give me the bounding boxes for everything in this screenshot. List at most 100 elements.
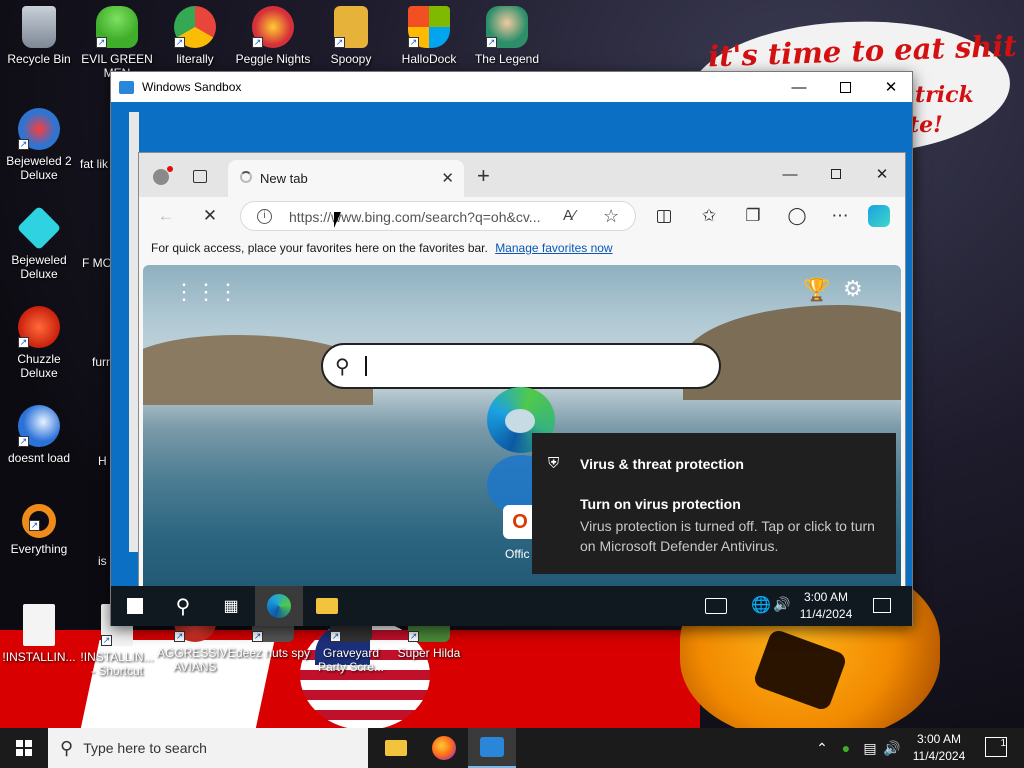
desktop-icon-everything[interactable]: ↗ Everything xyxy=(1,504,77,556)
edge-maximize-button[interactable] xyxy=(813,159,859,189)
taskbar-firefox[interactable] xyxy=(420,728,468,768)
windows-start-icon xyxy=(16,740,32,756)
partial-label: fat lik xyxy=(80,157,109,171)
favorite-star-icon[interactable]: ☆ xyxy=(603,206,619,227)
close-icon: ✕ xyxy=(875,166,889,183)
sandbox-task-view-button[interactable]: ▦ xyxy=(207,586,255,626)
people-icon: ↗ xyxy=(96,6,138,48)
folder-icon xyxy=(385,740,407,756)
desktop-icon-label: Chuzzle Deluxe xyxy=(17,352,61,380)
stop-loading-icon[interactable]: ✕ xyxy=(197,204,223,228)
edge-close-button[interactable]: ✕ xyxy=(859,159,905,189)
tab-actions-icon[interactable] xyxy=(193,170,207,183)
sandbox-network-icon[interactable]: 🌐 xyxy=(751,595,771,615)
taskbar-search-box[interactable]: ⚲ Type here to search xyxy=(48,728,368,768)
taskbar-clock[interactable]: 3:00 AM 11/4/2024 xyxy=(900,731,978,765)
profile-icon[interactable] xyxy=(153,169,169,185)
sandbox-clock[interactable]: 3:00 AM 11/4/2024 xyxy=(794,589,858,623)
chrome-icon: ↗ xyxy=(174,6,216,48)
desktop-icon-chuzzle[interactable]: ↗ Chuzzle Deluxe xyxy=(1,306,77,380)
sandbox-maximize-button[interactable] xyxy=(822,72,868,102)
favorites-icon[interactable]: ✩ xyxy=(696,204,722,228)
tab-new-tab[interactable]: New tab ✕ xyxy=(228,160,464,197)
rewards-trophy-icon[interactable]: 🏆 xyxy=(803,277,830,303)
partial-label: is xyxy=(98,554,107,568)
split-screen-icon[interactable] xyxy=(651,204,677,228)
address-bar[interactable]: i https://www.bing.com/search?q=oh&cv...… xyxy=(240,201,636,231)
read-aloud-icon[interactable]: A⁄ xyxy=(563,207,576,224)
text-caret xyxy=(365,356,367,376)
desktop-icon-thunderbird[interactable]: ↗ doesnt load xyxy=(1,405,77,465)
collections-icon[interactable]: ❐ xyxy=(740,204,766,228)
desktop-icon-the-legend[interactable]: ↗ The Legend xyxy=(469,6,545,66)
sandbox-minimize-button[interactable]: — xyxy=(776,72,822,102)
peggle-icon: ↗ xyxy=(252,6,294,48)
sandbox-taskbar-explorer[interactable] xyxy=(303,586,351,626)
sandbox-close-button[interactable]: ✕ xyxy=(868,72,914,102)
desktop-icon-label: !INSTALLIN... - Shortcut xyxy=(80,650,154,678)
ntp-search-input[interactable]: ⚲ xyxy=(321,343,721,389)
desktop-icon-label: AGGRESSIVE AVIANS xyxy=(157,646,236,674)
sandbox-news-icon[interactable] xyxy=(705,598,727,614)
toast-body: Virus protection is turned off. Tap or c… xyxy=(580,518,875,554)
new-tab-plus-icon[interactable]: + xyxy=(477,163,490,189)
firefox-icon xyxy=(432,736,456,760)
manage-favorites-link[interactable]: Manage favorites now xyxy=(495,241,612,255)
notification-center-button[interactable]: 1 xyxy=(985,737,1007,757)
info-icon: i xyxy=(257,209,272,224)
search-icon: ⚲ xyxy=(335,356,350,378)
more-options-icon[interactable]: ⋯ xyxy=(827,204,853,228)
sandbox-taskbar-edge[interactable] xyxy=(255,586,303,626)
maximize-icon xyxy=(839,81,851,93)
taskbar-windows-sandbox[interactable] xyxy=(468,728,516,768)
sandbox-app-icon xyxy=(119,80,134,94)
edge-minimize-button[interactable]: — xyxy=(767,159,813,189)
toast-title: Virus & threat protection xyxy=(580,456,744,472)
sandbox-titlebar[interactable]: Windows Sandbox — ✕ xyxy=(111,72,912,102)
partial-label: furr xyxy=(92,355,110,369)
desktop-icon-peggle[interactable]: ↗ Peggle Nights xyxy=(235,6,311,66)
tray-overflow-chevron-icon[interactable]: ⌃ xyxy=(812,728,832,768)
copilot-icon[interactable] xyxy=(868,205,890,227)
volume-icon[interactable]: 🔊 xyxy=(882,728,902,768)
profile-notification-dot xyxy=(167,166,173,172)
tray-app-icon[interactable]: ● xyxy=(836,728,856,768)
toast-heading: Turn on virus protection xyxy=(580,496,741,512)
defender-toast-notification[interactable]: ⛨ Virus & threat protection Turn on viru… xyxy=(532,433,896,574)
task-view-icon: ▦ xyxy=(223,598,239,615)
speech-line-2: trick te! xyxy=(909,80,974,140)
favorites-bar: For quick access, place your favorites h… xyxy=(139,235,905,261)
desktop-icon-hallodock[interactable]: ↗ HalloDock xyxy=(391,6,467,66)
sandbox-start-button[interactable] xyxy=(111,586,159,626)
shield-icon: ⛨ xyxy=(548,455,560,472)
sandbox-notification-icon[interactable] xyxy=(873,598,891,613)
desktop-icon-evil-green-men[interactable]: ↗ EVIL GREEN MEN xyxy=(79,6,155,80)
desktop-icon-label: Super Hilda xyxy=(397,646,461,660)
folder-icon: ↗ xyxy=(334,6,368,48)
back-arrow-icon[interactable]: ← xyxy=(153,204,179,228)
start-button[interactable] xyxy=(0,728,48,768)
taskbar-search-placeholder: Type here to search xyxy=(83,740,207,756)
speech-line-2a: trick xyxy=(915,82,974,108)
mouse-cursor-icon xyxy=(334,212,348,228)
sandbox-clock-date: 11/4/2024 xyxy=(799,607,853,621)
tab-close-icon[interactable]: ✕ xyxy=(441,169,454,187)
browser-essentials-icon[interactable]: ◯ xyxy=(784,204,810,228)
network-icon[interactable]: ▤ xyxy=(860,728,880,768)
page-settings-gear-icon[interactable]: ⚙ xyxy=(843,276,863,302)
sandbox-volume-icon[interactable]: 🔊 xyxy=(773,596,790,613)
desktop-icon-label: Peggle Nights xyxy=(235,52,311,66)
close-icon: ✕ xyxy=(884,79,898,96)
document-icon xyxy=(23,604,55,646)
desktop-icon-spoopy[interactable]: ↗ Spoopy xyxy=(313,6,389,66)
desktop-icon-installing[interactable]: !INSTALLIN... xyxy=(1,604,77,664)
sandbox-search-button[interactable]: ⚲ xyxy=(159,586,207,626)
desktop-icon-bejeweled-2[interactable]: ↗ Bejeweled 2 Deluxe xyxy=(1,108,77,182)
desktop-icon-recycle-bin[interactable]: Recycle Bin xyxy=(1,6,77,66)
desktop-icon-label: Spoopy xyxy=(330,52,372,66)
app-launcher-icon[interactable]: ⋮⋮⋮ xyxy=(173,279,239,305)
sandbox-clock-time: 3:00 AM xyxy=(803,590,849,604)
taskbar-file-explorer[interactable] xyxy=(372,728,420,768)
desktop-icon-literally[interactable]: ↗ literally xyxy=(157,6,233,66)
desktop-icon-bejeweled[interactable]: Bejeweled Deluxe xyxy=(1,205,77,281)
